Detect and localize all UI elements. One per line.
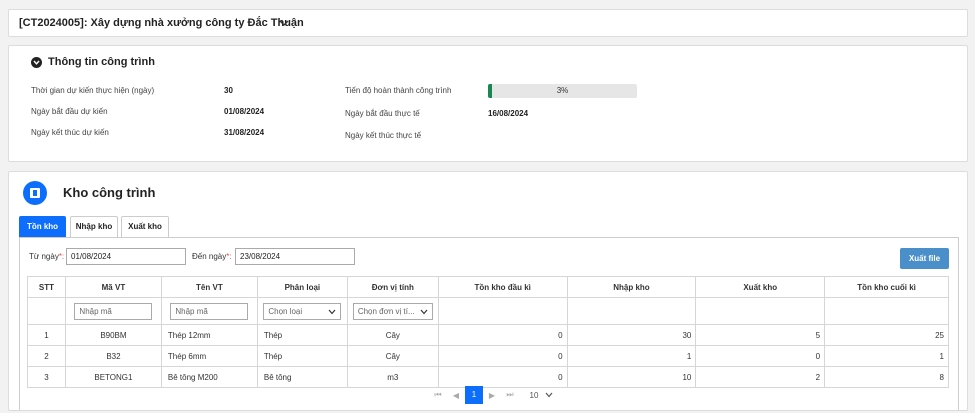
actual-start-value: 16/08/2024	[488, 109, 529, 118]
from-date-input[interactable]: 01/08/2024	[66, 248, 186, 265]
cell-imported: 10	[566, 366, 697, 388]
to-date-input[interactable]: 23/08/2024	[235, 248, 355, 265]
first-page-icon[interactable]: ⏮	[429, 390, 447, 400]
cell-imported: 30	[566, 324, 697, 346]
cell-unit: Cây	[346, 324, 439, 346]
cell-opening: 0	[437, 345, 568, 367]
progress-bar: 3%	[488, 84, 637, 98]
planned-days-label: Thời gian dự kiến thực hiện (ngày)	[31, 86, 155, 95]
col-stt[interactable]: STT	[27, 276, 66, 298]
chevron-down-icon[interactable]	[279, 19, 289, 27]
planned-end-value: 31/08/2024	[224, 128, 265, 137]
cell-unit: m3	[346, 366, 439, 388]
cell-name: Thép 12mm	[160, 324, 258, 346]
progress-text: 3%	[556, 86, 569, 95]
project-info-panel: Thông tin công trình Thời gian dự kiến t…	[8, 45, 968, 162]
actual-end-label: Ngày kết thúc thực tế	[345, 131, 422, 140]
cell-category: Thép	[256, 324, 348, 346]
planned-end-label: Ngày kết thúc dự kiến	[31, 128, 109, 137]
chevron-down-icon	[420, 309, 428, 314]
actual-start-label: Ngày bắt đầu thực tế	[345, 109, 420, 118]
col-ma-vt[interactable]: Mã VT	[64, 276, 162, 298]
pagination: ⏮ ◀ 1 ▶ ⏭ 10	[429, 386, 553, 404]
cell-code: B90BM	[64, 324, 162, 346]
cell-unit: Cây	[346, 345, 439, 367]
cell-opening: 0	[437, 324, 568, 346]
info-header[interactable]: Thông tin công trình	[31, 56, 155, 68]
info-header-label: Thông tin công trình	[48, 56, 155, 68]
project-selector[interactable]: [CT2024005]: Xây dựng nhà xưởng công ty …	[8, 9, 968, 37]
col-ton-kho-dau-ki[interactable]: Tồn kho đầu kì	[437, 276, 568, 298]
warehouse-icon	[23, 181, 47, 205]
planned-start-label: Ngày bắt đầu dự kiến	[31, 107, 108, 116]
cell-category: Bê tông	[256, 366, 348, 388]
chevron-down-icon	[545, 392, 553, 397]
prev-page-icon[interactable]: ◀	[447, 391, 465, 400]
tab-ton-kho[interactable]: Tồn kho	[19, 216, 66, 238]
to-date-label: Đến ngày*:	[192, 252, 232, 261]
cell-imported: 1	[566, 345, 697, 367]
table-row[interactable]: 2 B32 Thép 6mm Thép Cây 0 1 0 1	[27, 345, 949, 367]
export-file-button[interactable]: Xuất file	[900, 248, 949, 269]
inventory-table: STT Mã VT Tên VT Phân loại Đơn vị tính T…	[27, 276, 949, 388]
progress-label: Tiến độ hoàn thành công trình	[345, 86, 452, 95]
cell-exported: 2	[695, 366, 826, 388]
col-ten-vt[interactable]: Tên VT	[160, 276, 258, 298]
col-phan-loai[interactable]: Phân loại	[256, 276, 348, 298]
cell-category: Thép	[256, 345, 348, 367]
cell-name: Bê tông M200	[160, 366, 258, 388]
col-xuat-kho[interactable]: Xuất kho	[695, 276, 826, 298]
col-nhap-kho[interactable]: Nhập kho	[566, 276, 697, 298]
cell-exported: 5	[695, 324, 826, 346]
warehouse-title: Kho công trình	[63, 185, 156, 200]
table-header-row: STT Mã VT Tên VT Phân loại Đơn vị tính T…	[27, 276, 949, 298]
cell-stt: 1	[27, 324, 66, 346]
project-title: [CT2024005]: Xây dựng nhà xưởng công ty …	[19, 17, 304, 29]
table-filter-row: Nhập mã Nhập mã Chọn loại Chọn đơn vị tí…	[27, 297, 949, 325]
cell-stt: 3	[27, 366, 66, 388]
cell-opening: 0	[437, 366, 568, 388]
col-ton-kho-cuoi-ki[interactable]: Tồn kho cuối kì	[824, 276, 949, 298]
col-don-vi-tinh[interactable]: Đơn vị tính	[346, 276, 439, 298]
cell-closing: 25	[824, 324, 949, 346]
tab-nhap-kho[interactable]: Nhập kho	[70, 216, 118, 238]
cell-closing: 8	[824, 366, 949, 388]
page-1-button[interactable]: 1	[465, 386, 483, 404]
name-filter-input[interactable]: Nhập mã	[170, 302, 249, 320]
cell-exported: 0	[695, 345, 826, 367]
next-page-icon[interactable]: ▶	[483, 391, 501, 400]
chevron-down-icon	[328, 309, 336, 314]
table-row[interactable]: 1 B90BM Thép 12mm Thép Cây 0 30 5 25	[27, 324, 949, 346]
cell-name: Thép 6mm	[160, 345, 258, 367]
last-page-icon[interactable]: ⏭	[501, 390, 519, 400]
table-row[interactable]: 3 BETONG1 Bê tông M200 Bê tông m3 0 10 2…	[27, 366, 949, 388]
cell-closing: 1	[824, 345, 949, 367]
page-size-select[interactable]: 10	[525, 391, 553, 400]
tab-xuat-kho[interactable]: Xuất kho	[121, 216, 169, 238]
chevron-down-circle-icon	[31, 56, 42, 68]
cell-code: BETONG1	[64, 366, 162, 388]
from-date-label: Từ ngày*:	[29, 252, 65, 261]
unit-filter-select[interactable]: Chọn đơn vị tí...	[352, 302, 433, 320]
planned-days-value: 30	[224, 86, 233, 95]
warehouse-panel: Kho công trình Tồn kho Nhập kho Xuất kho…	[8, 171, 968, 411]
cell-stt: 2	[27, 345, 66, 367]
cell-code: B32	[64, 345, 162, 367]
category-filter-select[interactable]: Chọn loại	[263, 302, 342, 320]
code-filter-input[interactable]: Nhập mã	[74, 302, 153, 320]
planned-start-value: 01/08/2024	[224, 107, 265, 116]
